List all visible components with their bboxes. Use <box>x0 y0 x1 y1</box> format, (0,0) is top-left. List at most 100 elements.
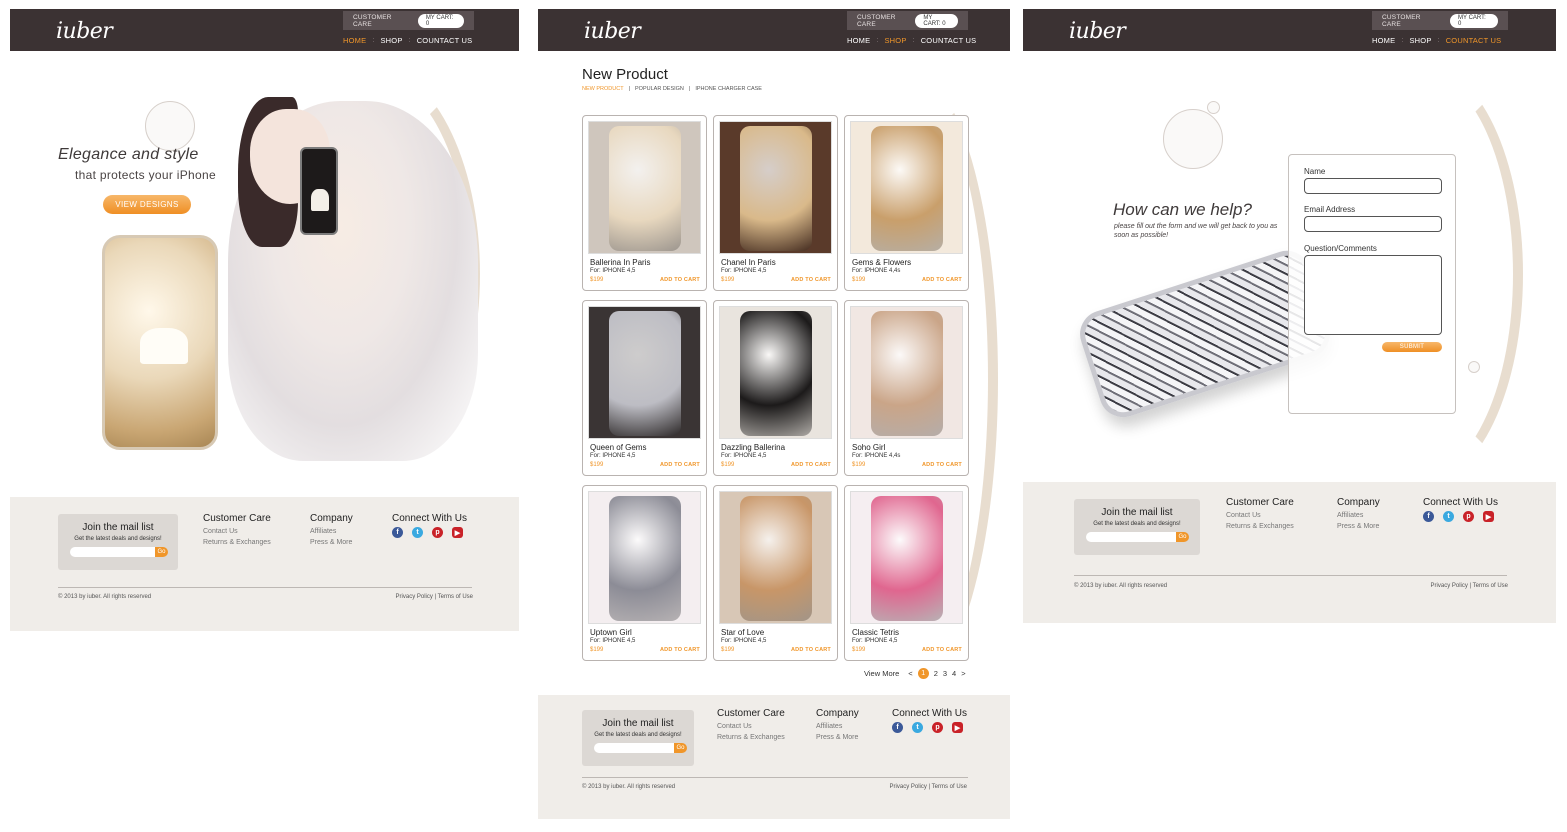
product-card[interactable]: Ballerina In Paris For: IPHONE 4,5 $199 ADD… <box>582 115 707 291</box>
footer-link-contact[interactable]: Contact Us <box>1226 510 1294 521</box>
footer-link-affiliates[interactable]: Affiliates <box>1337 510 1380 521</box>
add-to-cart-button[interactable]: ADD TO CART <box>660 462 700 468</box>
nav-shop[interactable]: SHOP <box>884 36 906 45</box>
tab-charger-case[interactable]: IPHONE CHARGER CASE <box>695 86 762 92</box>
nav-contact[interactable]: COUNTACT US <box>921 36 977 45</box>
facebook-icon[interactable]: f <box>1423 511 1434 522</box>
product-card[interactable]: Queen of Gems For: IPHONE 4,5 $199 ADD TO C… <box>582 300 707 476</box>
product-image[interactable] <box>850 491 963 624</box>
question-field[interactable] <box>1304 255 1442 335</box>
product-card[interactable]: Star of Love For: IPHONE 4,5 $199 ADD TO CA… <box>713 485 838 661</box>
mail-email-input[interactable] <box>70 547 155 557</box>
cart-button[interactable]: MY CART: 0 <box>1450 13 1498 28</box>
submit-button[interactable]: SUBMIT <box>1382 342 1442 352</box>
footer-link-returns[interactable]: Returns & Exchanges <box>1226 521 1294 532</box>
facebook-icon[interactable]: f <box>392 527 403 538</box>
mail-go-button[interactable]: Go <box>1176 532 1189 542</box>
product-name[interactable]: Chanel In Paris <box>721 258 776 267</box>
product-name[interactable]: Gems & Flowers <box>852 258 911 267</box>
logo[interactable]: iuber <box>56 19 113 44</box>
twitter-icon[interactable]: t <box>912 722 923 733</box>
mail-go-button[interactable]: Go <box>155 547 168 557</box>
add-to-cart-button[interactable]: ADD TO CART <box>922 462 962 468</box>
prev-page-button[interactable]: < <box>908 669 912 678</box>
footer-link-affiliates[interactable]: Affiliates <box>310 526 353 537</box>
footer-link-press[interactable]: Press & More <box>816 732 859 743</box>
product-name[interactable]: Queen of Gems <box>590 443 646 452</box>
legal-links[interactable]: Privacy Policy | Terms of Use <box>1431 583 1508 589</box>
pinterest-icon[interactable]: p <box>432 527 443 538</box>
facebook-icon[interactable]: f <box>892 722 903 733</box>
nav-home[interactable]: HOME <box>343 36 366 45</box>
product-card[interactable]: Classic Tetris For: IPHONE 4,5 $199 ADD TO … <box>844 485 969 661</box>
email-field[interactable] <box>1304 216 1442 232</box>
product-name[interactable]: Ballerina In Paris <box>590 258 650 267</box>
footer-link-affiliates[interactable]: Affiliates <box>816 721 859 732</box>
add-to-cart-button[interactable]: ADD TO CART <box>660 647 700 653</box>
youtube-icon[interactable]: ▶ <box>952 722 963 733</box>
add-to-cart-button[interactable]: ADD TO CART <box>922 647 962 653</box>
pinterest-icon[interactable]: p <box>932 722 943 733</box>
footer-link-contact[interactable]: Contact Us <box>717 721 785 732</box>
youtube-icon[interactable]: ▶ <box>1483 511 1494 522</box>
customer-care-link[interactable]: CUSTOMER CARE <box>353 14 408 28</box>
view-designs-button[interactable]: VIEW DESIGNS <box>103 195 191 214</box>
product-image[interactable] <box>588 121 701 254</box>
add-to-cart-button[interactable]: ADD TO CART <box>791 462 831 468</box>
pinterest-icon[interactable]: p <box>1463 511 1474 522</box>
next-page-button[interactable]: > <box>961 669 965 678</box>
page-3[interactable]: 3 <box>943 669 947 678</box>
nav-home[interactable]: HOME <box>1372 36 1395 45</box>
cart-button[interactable]: MY CART: 0 <box>915 13 958 28</box>
add-to-cart-button[interactable]: ADD TO CART <box>660 277 700 283</box>
product-card[interactable]: Dazzling Ballerina For: IPHONE 4,5 $199 ADD… <box>713 300 838 476</box>
footer-link-press[interactable]: Press & More <box>310 537 353 548</box>
product-card[interactable]: Soho Girl For: IPHONE 4,4s $199 ADD TO CART <box>844 300 969 476</box>
nav-shop[interactable]: SHOP <box>1409 36 1431 45</box>
product-image[interactable] <box>719 306 832 439</box>
add-to-cart-button[interactable]: ADD TO CART <box>922 277 962 283</box>
mail-go-button[interactable]: Go <box>674 743 687 753</box>
product-name[interactable]: Classic Tetris <box>852 628 899 637</box>
cart-button[interactable]: MY CART: 0 <box>417 13 464 28</box>
add-to-cart-button[interactable]: ADD TO CART <box>791 647 831 653</box>
product-image[interactable] <box>850 306 963 439</box>
twitter-icon[interactable]: t <box>412 527 423 538</box>
tab-new-product[interactable]: NEW PRODUCT <box>582 86 624 92</box>
mail-email-input[interactable] <box>594 743 674 753</box>
product-card[interactable]: Chanel In Paris For: IPHONE 4,5 $199 ADD TO… <box>713 115 838 291</box>
logo[interactable]: iuber <box>1069 19 1126 44</box>
page-1[interactable]: 1 <box>917 668 929 679</box>
footer-link-contact[interactable]: Contact Us <box>203 526 271 537</box>
product-name[interactable]: Soho Girl <box>852 443 885 452</box>
name-field[interactable] <box>1304 178 1442 194</box>
legal-links[interactable]: Privacy Policy | Terms of Use <box>890 784 967 790</box>
customer-care-link[interactable]: CUSTOMER CARE <box>1382 14 1440 28</box>
product-image[interactable] <box>719 491 832 624</box>
twitter-icon[interactable]: t <box>1443 511 1454 522</box>
product-image[interactable] <box>719 121 832 254</box>
customer-care-link[interactable]: CUSTOMER CARE <box>857 14 905 28</box>
product-card[interactable]: Gems & Flowers For: IPHONE 4,4s $199 ADD TO… <box>844 115 969 291</box>
page-4[interactable]: 4 <box>952 669 956 678</box>
product-name[interactable]: Uptown Girl <box>590 628 632 637</box>
legal-links[interactable]: Privacy Policy | Terms of Use <box>396 594 473 600</box>
product-card[interactable]: Uptown Girl For: IPHONE 4,5 $199 ADD TO CAR… <box>582 485 707 661</box>
view-more-link[interactable]: View More <box>864 669 899 678</box>
tab-popular-design[interactable]: POPULAR DESIGN <box>635 86 684 92</box>
nav-shop[interactable]: SHOP <box>380 36 402 45</box>
product-image[interactable] <box>588 491 701 624</box>
add-to-cart-button[interactable]: ADD TO CART <box>791 277 831 283</box>
product-name[interactable]: Star of Love <box>721 628 764 637</box>
page-2[interactable]: 2 <box>934 669 938 678</box>
product-name[interactable]: Dazzling Ballerina <box>721 443 785 452</box>
product-image[interactable] <box>850 121 963 254</box>
footer-link-returns[interactable]: Returns & Exchanges <box>717 732 785 743</box>
youtube-icon[interactable]: ▶ <box>452 527 463 538</box>
nav-contact[interactable]: COUNTACT US <box>417 36 473 45</box>
mail-email-input[interactable] <box>1086 532 1176 542</box>
footer-link-returns[interactable]: Returns & Exchanges <box>203 537 271 548</box>
logo[interactable]: iuber <box>584 19 641 44</box>
footer-link-press[interactable]: Press & More <box>1337 521 1380 532</box>
product-image[interactable] <box>588 306 701 439</box>
